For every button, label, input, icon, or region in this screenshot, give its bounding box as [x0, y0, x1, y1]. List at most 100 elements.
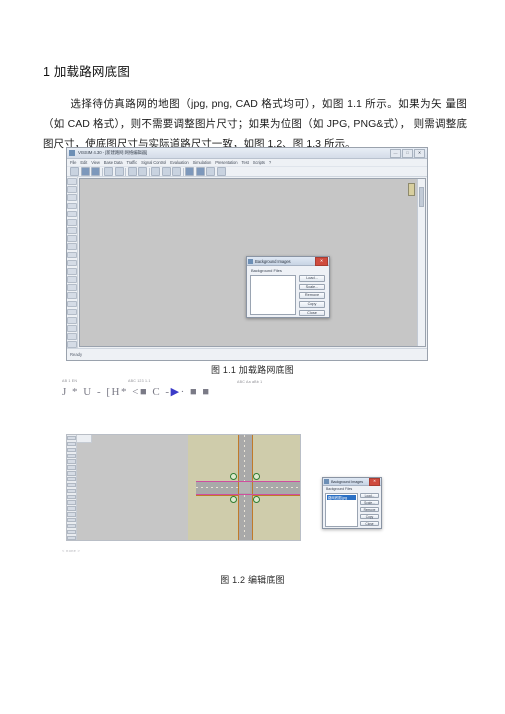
remove-button[interactable]: Remove: [299, 292, 325, 299]
load-button[interactable]: Load...: [299, 275, 325, 282]
link-tool-icon[interactable]: [67, 178, 77, 185]
network-editor-canvas[interactable]: Background Images ✕ Background Files Loa…: [79, 178, 426, 347]
figure2-canvas[interactable]: [77, 435, 300, 540]
maximize-button[interactable]: □: [402, 148, 413, 158]
close-button[interactable]: ✕: [414, 148, 425, 158]
network-icon[interactable]: [138, 167, 147, 176]
zoom-in-icon[interactable]: [104, 167, 113, 176]
menu-item-view[interactable]: View: [91, 160, 100, 165]
vehicle-route-tool-icon[interactable]: [67, 259, 77, 267]
connector-tool-icon[interactable]: [67, 186, 77, 193]
background-files-listbox[interactable]: 路网底图.jpg: [325, 493, 358, 527]
travel-time-tool-icon[interactable]: [67, 300, 77, 308]
scrollbar-thumb[interactable]: [419, 187, 424, 207]
menu-bar[interactable]: File Edit View Base Data Traffic Signal …: [67, 159, 427, 167]
stop-icon[interactable]: [206, 167, 215, 176]
zoom-out-icon[interactable]: [114, 167, 124, 176]
artifact-glyphs-main: J * U - [H* <■ C -: [62, 386, 171, 398]
link-icon[interactable]: [151, 167, 160, 176]
scale-button[interactable]: Scale...: [360, 499, 379, 506]
list-item[interactable]: 路网底图.jpg: [327, 495, 356, 500]
menu-item-signal-control[interactable]: Signal Control: [141, 160, 166, 165]
select-icon[interactable]: [127, 167, 137, 176]
window-control-buttons[interactable]: — □ ✕: [390, 148, 425, 158]
window-titlebar: VISSIM 4.30 - [新建路网 网络编辑器] — □ ✕: [67, 148, 427, 159]
scale-button[interactable]: Scale...: [299, 283, 325, 291]
detector-tool-icon[interactable]: [67, 235, 77, 242]
node-icon[interactable]: [172, 167, 181, 176]
remove-button[interactable]: Remove: [360, 506, 379, 513]
queue-counter-tool-icon[interactable]: [67, 308, 77, 316]
menu-item-simulation[interactable]: Simulation: [193, 160, 212, 165]
priority-rule-tool-icon[interactable]: [67, 210, 77, 218]
dialog-close-button[interactable]: ✕: [369, 478, 380, 486]
stop-sign-tool-icon[interactable]: [67, 465, 76, 470]
background-images-dialog[interactable]: Background Images ✕ Background Files Loa…: [246, 256, 330, 318]
pt-stop-tool-icon[interactable]: [67, 276, 77, 283]
dialog-close-button[interactable]: ✕: [315, 257, 328, 266]
dialog-titlebar: Background Images ✕: [247, 257, 329, 266]
menu-item-help[interactable]: ?: [269, 160, 271, 165]
signal-head-tool-icon[interactable]: [67, 471, 76, 476]
reduced-speed-tool-icon[interactable]: [67, 453, 76, 458]
main-toolbar[interactable]: [67, 167, 427, 177]
load-button[interactable]: Load...: [360, 493, 379, 499]
menu-item-presentation[interactable]: Presentation: [215, 160, 237, 165]
vehicle-input-tool-icon[interactable]: [67, 251, 77, 259]
canvas-vertical-scrollbar[interactable]: [417, 179, 425, 346]
copy-button[interactable]: Copy: [360, 513, 379, 520]
play-icon[interactable]: [185, 167, 194, 176]
dialog-button-column[interactable]: Load... Scale... Remove Copy Close: [299, 275, 325, 317]
new-icon[interactable]: [70, 167, 79, 176]
parking-lot-tool-icon[interactable]: [67, 482, 76, 488]
priority-rule-tool-icon[interactable]: [67, 459, 76, 464]
travel-time-tool-icon[interactable]: [67, 518, 76, 523]
close-dialog-button[interactable]: Close: [360, 520, 379, 527]
save-icon[interactable]: [91, 167, 100, 176]
close-dialog-button[interactable]: Close: [299, 309, 325, 317]
node-tool-icon[interactable]: [67, 506, 76, 511]
menu-item-edit[interactable]: Edit: [80, 160, 87, 165]
menu-item-evaluation[interactable]: Evaluation: [170, 160, 189, 165]
crosswalk-marker: [230, 496, 237, 503]
background-files-listbox[interactable]: [250, 275, 296, 315]
desired-speed-tool-icon[interactable]: [67, 194, 77, 202]
menu-item-base-data[interactable]: Base Data: [104, 160, 123, 165]
stop-sign-tool-icon[interactable]: [67, 218, 77, 226]
background-tool-icon[interactable]: [67, 316, 77, 324]
menu-item-file[interactable]: File: [70, 160, 76, 165]
link-tool-icon[interactable]: [67, 436, 76, 441]
record-icon[interactable]: [216, 167, 226, 176]
open-icon[interactable]: [80, 167, 90, 176]
vehicle-input-tool-icon[interactable]: [67, 488, 76, 494]
minimize-button[interactable]: —: [390, 148, 401, 158]
3d-tool-icon[interactable]: [67, 325, 77, 332]
vehicle-icon[interactable]: [161, 167, 171, 176]
signal-head-tool-icon[interactable]: [67, 227, 77, 234]
detector-tool-icon[interactable]: [67, 477, 76, 482]
background-tool-icon[interactable]: [67, 529, 76, 535]
figure-2-background-images-dialog[interactable]: Background Images ✕ Background Files 路网底…: [322, 477, 382, 529]
network-object-toolbar[interactable]: [67, 177, 78, 349]
node-tool-icon[interactable]: [67, 284, 77, 291]
paragraph-text: 选择待仿真路网的地图（jpg, png, CAD 格式均可），如图 1.1 所示…: [43, 98, 467, 151]
parking-lot-tool-icon[interactable]: [67, 243, 77, 251]
pause-icon[interactable]: [195, 167, 205, 176]
figure2-network-object-toolbar[interactable]: [67, 435, 77, 540]
menu-item-scripts[interactable]: Scripts: [253, 160, 265, 165]
vehicle-route-tool-icon[interactable]: [67, 494, 76, 499]
menu-item-traffic[interactable]: Traffic: [126, 160, 137, 165]
desired-speed-tool-icon[interactable]: [67, 447, 76, 453]
menu-item-test[interactable]: Test: [242, 160, 249, 165]
copy-button[interactable]: Copy: [299, 301, 325, 308]
dialog-button-column[interactable]: Load... Scale... Remove Copy Close: [360, 493, 379, 527]
queue-counter-tool-icon[interactable]: [67, 523, 76, 529]
data-collection-tool-icon[interactable]: [67, 292, 77, 300]
reduced-speed-tool-icon[interactable]: [67, 202, 77, 210]
data-collection-tool-icon[interactable]: [67, 512, 76, 517]
public-transport-tool-icon[interactable]: [67, 267, 77, 275]
network-tool-icon[interactable]: [67, 333, 77, 340]
pt-stop-tool-icon[interactable]: [67, 500, 76, 505]
connector-tool-icon[interactable]: [67, 441, 76, 447]
select-tool-icon[interactable]: [67, 535, 76, 540]
